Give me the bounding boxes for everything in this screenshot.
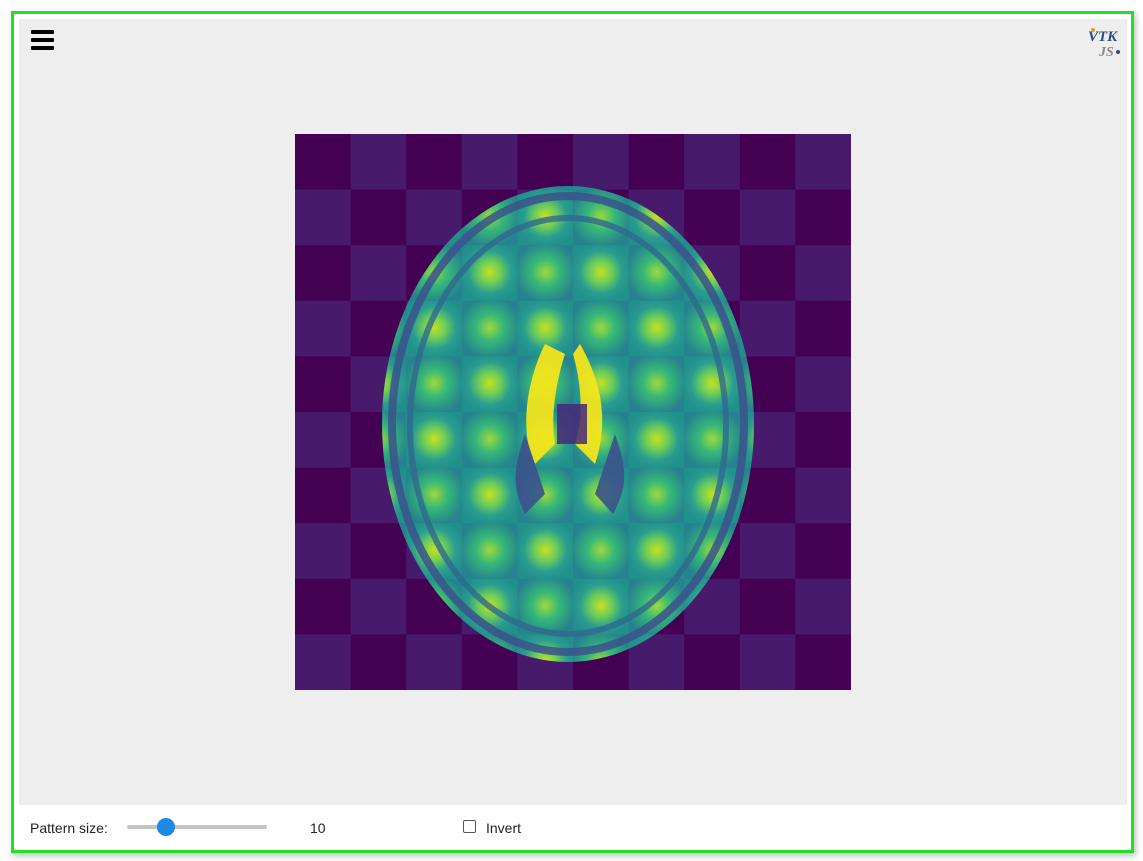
checker-tile — [406, 134, 463, 191]
logo-text-js: JS — [1098, 45, 1114, 59]
brain-checker-tile — [684, 412, 741, 469]
checker-tile — [295, 134, 352, 191]
checker-tile — [350, 523, 407, 580]
checker-tile — [295, 467, 352, 524]
checker-tile — [461, 134, 518, 191]
brain-checker-tile — [461, 300, 518, 357]
app-frame: VTK JS Pattern size: 10 Invert — [11, 11, 1134, 853]
checker-tile — [350, 189, 407, 246]
brain-checker-tile — [461, 412, 518, 469]
brain-checker-tile — [573, 245, 630, 302]
brain-checker-tile — [628, 356, 685, 413]
checker-tile — [795, 467, 851, 524]
brain-checker-tile — [628, 523, 685, 580]
brain-checker-tile — [461, 523, 518, 580]
checker-tile — [295, 300, 352, 357]
checker-tile — [350, 245, 407, 302]
pattern-size-value: 10 — [310, 820, 326, 836]
checker-tile — [739, 300, 796, 357]
brain-checker-tile — [517, 245, 574, 302]
checker-tile — [739, 634, 796, 690]
invert-label[interactable]: Invert — [486, 820, 521, 836]
brain-checker-tile — [628, 412, 685, 469]
pattern-size-label: Pattern size: — [30, 820, 108, 836]
checker-tile — [295, 189, 352, 246]
checker-tile — [295, 523, 352, 580]
checker-tile — [795, 634, 851, 690]
checkerboard-mri-image[interactable] — [295, 134, 851, 690]
brain-checker-tile — [461, 356, 518, 413]
checker-tile — [573, 134, 630, 191]
checker-tile — [517, 134, 574, 191]
checker-tile — [295, 356, 352, 413]
checker-tile — [739, 578, 796, 635]
checker-tile — [795, 523, 851, 580]
checker-tile — [350, 134, 407, 191]
brain-checker-tile — [461, 245, 518, 302]
pattern-size-slider[interactable] — [127, 818, 267, 836]
slider-thumb[interactable] — [157, 818, 176, 836]
brain-checker-tile — [573, 523, 630, 580]
checker-tile — [795, 245, 851, 302]
invert-checkbox[interactable] — [463, 820, 476, 833]
checker-tile — [295, 578, 352, 635]
brain-checker-tile — [628, 467, 685, 524]
checker-tile — [295, 245, 352, 302]
checker-tile — [628, 134, 685, 191]
checker-tile — [739, 134, 796, 191]
checker-tile — [295, 412, 352, 469]
checker-tile — [684, 634, 741, 690]
controls-bar: Pattern size: 10 Invert — [19, 805, 1127, 850]
checker-tile — [795, 189, 851, 246]
brain-checker-tile — [628, 300, 685, 357]
checker-tile — [795, 412, 851, 469]
checker-tile — [795, 300, 851, 357]
checker-tile — [350, 578, 407, 635]
checker-tile — [739, 245, 796, 302]
hamburger-menu-icon[interactable] — [31, 29, 55, 51]
checker-tile — [350, 634, 407, 690]
checker-tile — [739, 189, 796, 246]
checker-tile — [684, 189, 741, 246]
vtk-js-logo: VTK JS — [1088, 28, 1120, 59]
brain-checker-tile — [461, 467, 518, 524]
checker-tile — [795, 356, 851, 413]
checker-tile — [406, 634, 463, 690]
brain-checker-tile — [517, 523, 574, 580]
checker-tile — [684, 134, 741, 191]
checker-tile — [739, 523, 796, 580]
checker-tile — [795, 578, 851, 635]
checker-tile — [295, 634, 352, 690]
checker-tile — [795, 134, 851, 191]
brain-checker-tile — [684, 356, 741, 413]
render-viewport[interactable]: VTK JS — [19, 19, 1127, 805]
